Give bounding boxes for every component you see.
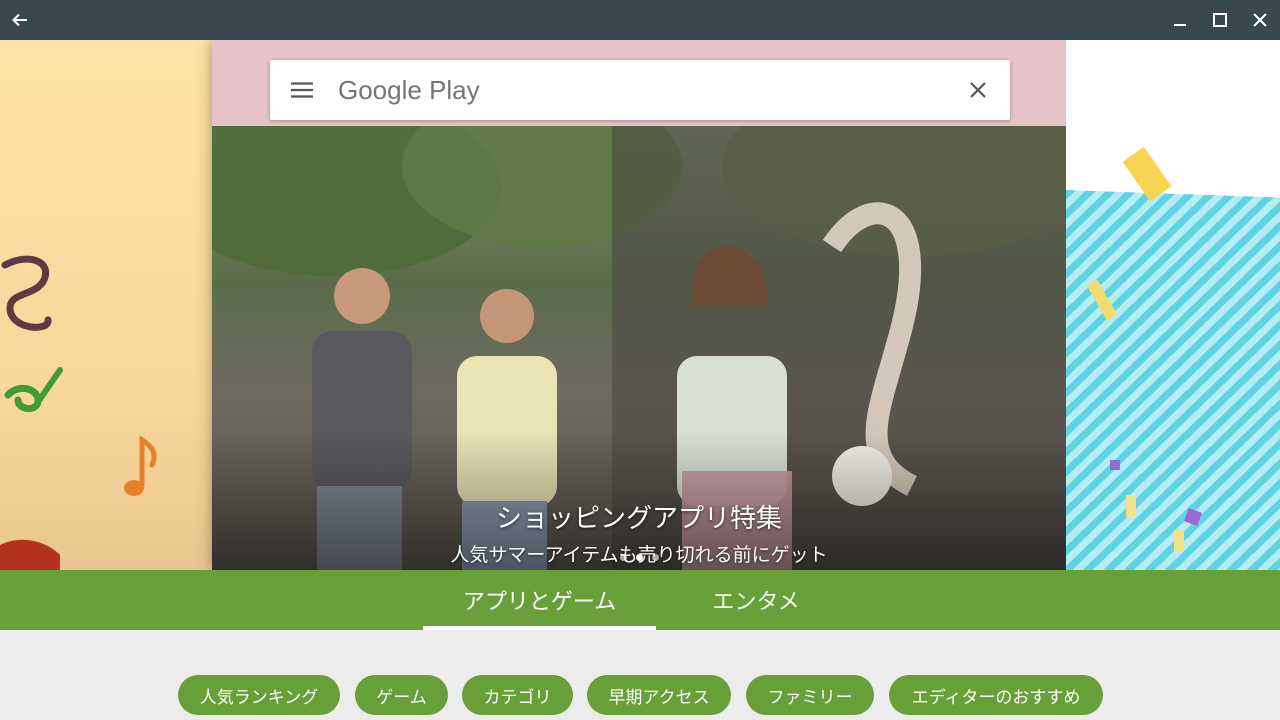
carousel-previous-card[interactable] — [0, 40, 212, 570]
minimize-icon — [1174, 24, 1186, 26]
chip-family[interactable]: ファミリー — [746, 675, 874, 715]
tab-apps-and-games[interactable]: アプリとゲーム — [423, 570, 656, 630]
maximize-button[interactable] — [1200, 0, 1240, 40]
minimize-button[interactable] — [1160, 0, 1200, 40]
banner-title: ショッピングアプリ特集 — [495, 504, 782, 534]
arrow-left-icon — [12, 13, 27, 27]
chip-categories[interactable]: カテゴリ — [462, 675, 573, 715]
back-button[interactable] — [0, 0, 40, 40]
confetti-illustration — [1086, 146, 1202, 552]
hamburger-menu-icon — [291, 82, 313, 98]
close-icon — [970, 82, 986, 98]
carousel-page-indicator — [212, 554, 1066, 561]
search-input[interactable] — [338, 72, 938, 108]
close-window-button[interactable] — [1240, 0, 1280, 40]
maximize-icon — [1213, 13, 1227, 27]
chip-top-charts[interactable]: 人気ランキング — [178, 675, 340, 715]
search-bar — [270, 60, 1010, 120]
chip-games[interactable]: ゲーム — [355, 675, 448, 715]
chip-early-access[interactable]: 早期アクセス — [587, 675, 731, 715]
music-illustration — [0, 255, 157, 570]
close-icon — [1253, 13, 1267, 27]
category-chip-row: 人気ランキング ゲーム カテゴリ 早期アクセス ファミリー エディターのおすすめ — [0, 675, 1280, 715]
clear-search-button[interactable] — [960, 72, 996, 108]
tab-selected-indicator — [423, 626, 656, 630]
tab-entertainment[interactable]: エンタメ — [676, 570, 836, 630]
menu-button[interactable] — [284, 72, 320, 108]
tab-bar: アプリとゲーム エンタメ — [0, 570, 1280, 630]
chip-editors-choice[interactable]: エディターのおすすめ — [889, 675, 1103, 715]
carousel-next-card[interactable] — [1066, 40, 1280, 570]
page-dot-active[interactable] — [635, 554, 643, 561]
page-dot[interactable] — [619, 554, 627, 561]
page-dot[interactable] — [651, 554, 659, 561]
window-titlebar — [0, 0, 1280, 40]
